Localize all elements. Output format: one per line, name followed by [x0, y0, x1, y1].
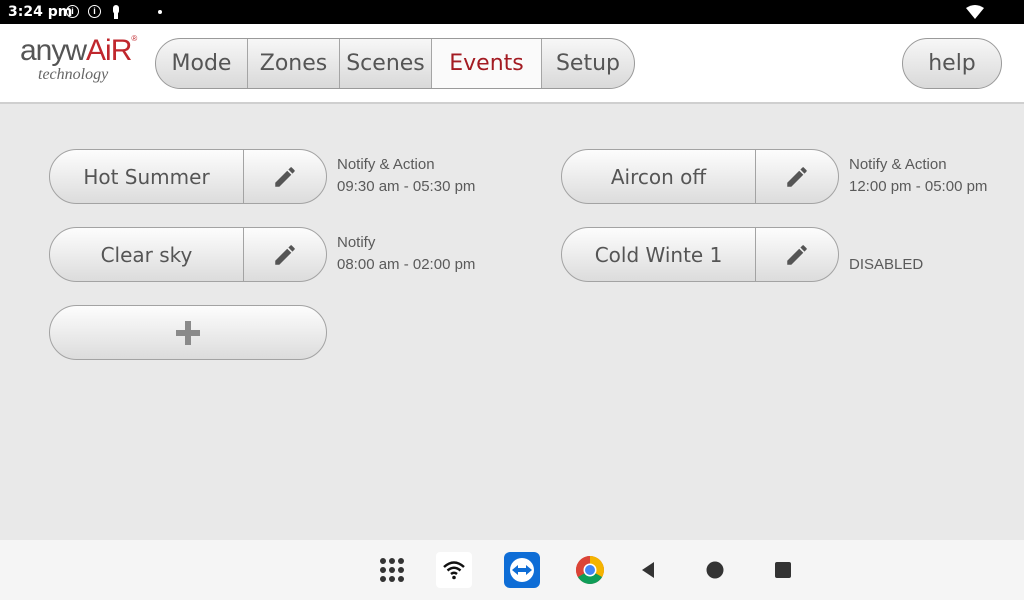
info-icon: i [88, 5, 101, 18]
main-tabs: Mode Zones Scenes Events Setup [155, 38, 635, 89]
app-header: anywAiR® technology Mode Zones Scenes Ev… [0, 24, 1024, 104]
event-name-button[interactable]: Hot Summer [50, 150, 244, 203]
edit-event-button[interactable] [756, 150, 838, 203]
recents-button[interactable] [765, 552, 801, 588]
event-time: 08:00 am - 02:00 pm [337, 256, 476, 273]
event-item-hot-summer: Hot Summer [49, 149, 327, 204]
add-event-button[interactable] [49, 305, 327, 360]
tab-setup[interactable]: Setup [542, 39, 634, 88]
event-item-aircon-off: Aircon off [561, 149, 839, 204]
back-icon [642, 562, 654, 578]
edit-event-button[interactable] [756, 228, 838, 281]
tab-mode[interactable]: Mode [156, 39, 248, 88]
info-icon: i [66, 5, 79, 18]
help-button[interactable]: help [902, 38, 1002, 89]
pencil-icon [275, 166, 295, 187]
wifi-app-button[interactable] [436, 552, 472, 588]
notification-dot-icon [158, 10, 162, 14]
home-button[interactable] [697, 552, 733, 588]
chrome-icon [576, 556, 604, 584]
event-info: Notify 08:00 am - 02:00 pm [337, 232, 475, 276]
tab-scenes[interactable]: Scenes [340, 39, 432, 88]
wifi-icon [966, 5, 984, 19]
logo-tagline: technology [38, 66, 109, 83]
event-type: Notify & Action [849, 156, 947, 173]
event-time: 09:30 am - 05:30 pm [337, 178, 476, 195]
anywair-logo: anywAiR® technology [20, 34, 140, 98]
status-bar: 3:24 pm i i [0, 0, 1024, 24]
status-time: 3:24 pm [8, 4, 73, 20]
recents-icon [775, 562, 791, 578]
edit-event-button[interactable] [244, 150, 326, 203]
event-status: DISABLED [849, 256, 924, 273]
tab-zones[interactable]: Zones [248, 39, 340, 88]
pencil-icon [275, 244, 295, 265]
logo-registered: ® [131, 34, 137, 43]
android-nav-bar [0, 540, 1024, 600]
back-button[interactable] [630, 552, 666, 588]
pencil-icon [787, 166, 807, 187]
event-item-cold-winter: Cold Winte 1 [561, 227, 839, 282]
chrome-button[interactable] [572, 552, 608, 588]
event-info: DISABLED [849, 232, 923, 276]
plus-icon [176, 320, 200, 345]
teamviewer-button[interactable] [504, 552, 540, 588]
event-type [849, 232, 923, 254]
logo-brand-part2: AiR [86, 34, 132, 67]
event-name-button[interactable]: Aircon off [562, 150, 756, 203]
tab-events[interactable]: Events [432, 39, 542, 88]
teamviewer-icon [510, 558, 534, 582]
home-icon [706, 561, 724, 579]
event-time: 12:00 pm - 05:00 pm [849, 178, 988, 195]
edit-event-button[interactable] [244, 228, 326, 281]
app-grid-button[interactable] [374, 552, 410, 588]
event-info: Notify & Action 09:30 am - 05:30 pm [337, 154, 475, 198]
wifi-app-icon [443, 561, 465, 580]
event-name-button[interactable]: Clear sky [50, 228, 244, 281]
event-item-clear-sky: Clear sky [49, 227, 327, 282]
event-info: Notify & Action 12:00 pm - 05:00 pm [849, 154, 987, 198]
event-name-button[interactable]: Cold Winte 1 [562, 228, 756, 281]
app-grid-icon [380, 558, 404, 582]
pencil-icon [787, 244, 807, 265]
event-type: Notify [337, 234, 376, 251]
event-type: Notify & Action [337, 156, 435, 173]
lock-icon [113, 5, 119, 19]
logo-brand-part1: anyw [20, 34, 87, 67]
